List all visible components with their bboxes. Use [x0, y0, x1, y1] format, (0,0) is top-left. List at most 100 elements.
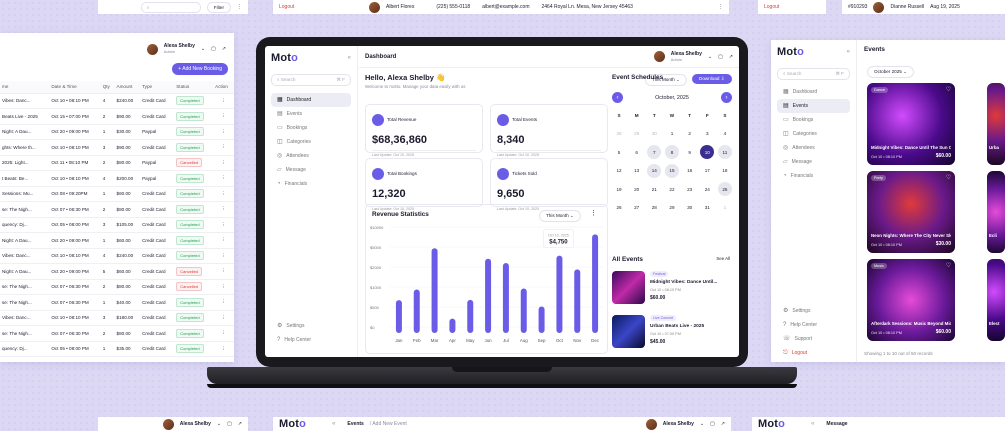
sidebar-item-categories[interactable]: ◫ Categories — [777, 127, 850, 141]
user-info[interactable]: Alexa Shelby Admin — [671, 51, 702, 63]
more-icon[interactable]: ⋮ — [213, 93, 234, 109]
calendar-day[interactable]: 28 — [647, 201, 661, 215]
sidebar-item-settings[interactable]: ⚙ Settings — [271, 319, 351, 333]
more-icon[interactable]: ⋮ — [213, 108, 234, 125]
sidebar-item-events[interactable]: ▤ Events — [777, 99, 850, 113]
bar[interactable] — [467, 299, 474, 333]
bar[interactable] — [538, 306, 545, 334]
calendar-day[interactable]: 11 — [717, 145, 732, 159]
more-icon[interactable]: ⋮ — [213, 341, 234, 357]
bar[interactable] — [502, 263, 509, 333]
calendar-day[interactable]: 16 — [683, 164, 697, 178]
more-icon[interactable]: ⋮ — [213, 232, 234, 249]
table-row[interactable]: t Beats: Be... Oct 10 • 08:10 PM 4 $200.00 P… — [0, 170, 234, 187]
calendar-day[interactable]: 28 — [612, 127, 626, 141]
calendar-day[interactable]: 20 — [630, 182, 644, 196]
logout-link[interactable]: Logout — [279, 4, 294, 10]
sidebar-item-dashboard[interactable]: ▦ Dashboard — [271, 93, 351, 107]
next-month-icon[interactable]: › — [721, 92, 732, 103]
calendar-day[interactable]: 24 — [700, 182, 714, 196]
sidebar-item-events[interactable]: ▤ Events — [271, 107, 351, 121]
collapse-icon[interactable]: « — [348, 55, 351, 61]
more-icon[interactable]: ⋮ — [213, 170, 234, 187]
filter-button[interactable]: Filter — [206, 1, 231, 13]
calendar-day[interactable]: 13 — [630, 164, 644, 178]
calendar-day[interactable]: 10 — [700, 145, 715, 159]
table-row[interactable]: Vibes: Danc... Oct 10 • 08:10 PM 3 $180.00 C… — [0, 310, 234, 326]
chevron-down-icon[interactable]: ⌄ — [700, 421, 704, 427]
bar[interactable] — [574, 269, 581, 333]
more-icon[interactable]: ⋮ — [213, 201, 234, 218]
table-row[interactable]: Night: A Dau... Oct 20 • 09:00 PM 5 $60.00 C… — [0, 263, 234, 280]
event-list-item[interactable]: Live Concert Urban Beats Live - 2025 Oct 1… — [612, 315, 730, 350]
calendar-day[interactable]: 3 — [700, 127, 714, 141]
collapse-icon[interactable]: « — [811, 421, 814, 427]
prev-month-icon[interactable]: ‹ — [612, 92, 623, 103]
table-row[interactable]: Night: A Dau... Oct 20 • 09:00 PM 1 $30.00 P… — [0, 124, 234, 140]
event-card[interactable]: Music ♡ Afterdark Sessions: Music Beyond M… — [867, 259, 955, 341]
search-input[interactable]: ⌕ — [140, 1, 201, 13]
sidebar-item-message[interactable]: ▱ Message — [271, 163, 351, 177]
sidebar-item-bookings[interactable]: ▭ Bookings — [271, 121, 351, 135]
table-row[interactable]: Sessions: Mu... Oct 08 • 09:20PM 1 $60.00 Cr… — [0, 186, 234, 202]
table-row[interactable]: Night: A Dau... Oct 20 • 09:00 PM 1 $60.00 C… — [0, 232, 234, 249]
share-icon[interactable]: ↗ — [729, 54, 733, 60]
chevron-down-icon[interactable]: ⌄ — [217, 421, 221, 427]
sidebar-item-help-center[interactable]: ? Help Center — [271, 333, 351, 347]
add-booking-button[interactable]: + Add New Booking — [172, 63, 228, 75]
bar[interactable] — [485, 258, 492, 333]
bar[interactable] — [520, 288, 527, 333]
more-icon[interactable]: ⋮ — [718, 4, 723, 10]
calendar-day[interactable]: 29 — [630, 127, 644, 141]
user-info[interactable]: Alexa Shelby Admin — [164, 43, 195, 55]
share-icon[interactable]: ↗ — [721, 421, 725, 427]
more-icon[interactable]: ⋮ — [213, 186, 234, 202]
bar[interactable] — [431, 248, 438, 333]
calendar-day[interactable]: 8 — [664, 145, 679, 159]
bar[interactable] — [413, 289, 420, 333]
sidebar-item-help-center[interactable]: ? Help Center — [777, 318, 851, 332]
sidebar-item-financials[interactable]: ◔ Financials — [777, 169, 850, 183]
collapse-icon[interactable]: « — [847, 49, 850, 55]
bar[interactable] — [449, 318, 456, 333]
table-row[interactable]: quency: Dj... Oct 05 • 08:00 PM 3 $105.00 Cr… — [0, 217, 234, 233]
bookmark-icon[interactable]: ▢ — [227, 421, 232, 427]
more-icon[interactable]: ⋮ — [213, 248, 234, 264]
calendar-day[interactable]: 22 — [665, 182, 679, 196]
bar[interactable] — [556, 255, 563, 333]
table-row[interactable]: 2025: Light... Oct 11 • 08:10 PM 2 $80.00 Pa… — [0, 155, 234, 171]
calendar-day[interactable]: 15 — [664, 163, 679, 178]
event-card[interactable]: Party ♡ Neon Nights: Where The City Never … — [867, 171, 955, 253]
calendar-day[interactable]: 21 — [647, 182, 661, 196]
calendar-day[interactable]: 14 — [647, 163, 662, 178]
calendar-day[interactable]: 17 — [700, 164, 714, 178]
calendar-day[interactable]: 30 — [683, 201, 697, 215]
calendar-day[interactable]: 7 — [647, 145, 662, 159]
bar[interactable] — [395, 300, 402, 333]
calendar-day[interactable]: 31 — [700, 201, 714, 215]
table-row[interactable]: se: The Nigh... Oct 07 • 06:30 PM 2 $80.00 C… — [0, 325, 234, 342]
sidebar-item-bookings[interactable]: ▭ Bookings — [777, 113, 850, 127]
calendar-day[interactable]: 4 — [718, 127, 732, 141]
chevron-down-icon[interactable]: ⌄ — [201, 46, 205, 52]
calendar-day[interactable]: 9 — [683, 145, 697, 159]
bookmark-icon[interactable]: ▢ — [718, 54, 723, 60]
sidebar-item-categories[interactable]: ◫ Categories — [271, 135, 351, 149]
share-icon[interactable]: ↗ — [222, 46, 226, 52]
calendar-day[interactable]: 6 — [630, 145, 644, 159]
collapse-icon[interactable]: « — [332, 421, 335, 427]
event-card-partial[interactable]: Ecli — [987, 171, 1005, 253]
sidebar-item-dashboard[interactable]: ▦ Dashboard — [777, 85, 850, 99]
more-icon[interactable]: ⋮ — [213, 279, 234, 295]
logout-link[interactable]: ⎋ Logout — [777, 346, 851, 360]
sidebar-item-message[interactable]: ▱ Message — [777, 155, 850, 169]
calendar-day[interactable]: 12 — [612, 164, 626, 178]
calendar-day[interactable]: 5 — [612, 145, 626, 159]
calendar-day[interactable]: 1 — [718, 201, 732, 215]
table-row[interactable]: Vibes: Danc... Oct 10 • 08:10 PM 4 $240.00 C… — [0, 248, 234, 264]
bar[interactable] — [592, 234, 599, 333]
calendar-day[interactable]: 18 — [718, 164, 732, 178]
calendar-day[interactable]: 1 — [665, 127, 679, 141]
more-icon[interactable]: ⋮ — [213, 124, 234, 140]
calendar-day[interactable]: 23 — [683, 182, 697, 196]
